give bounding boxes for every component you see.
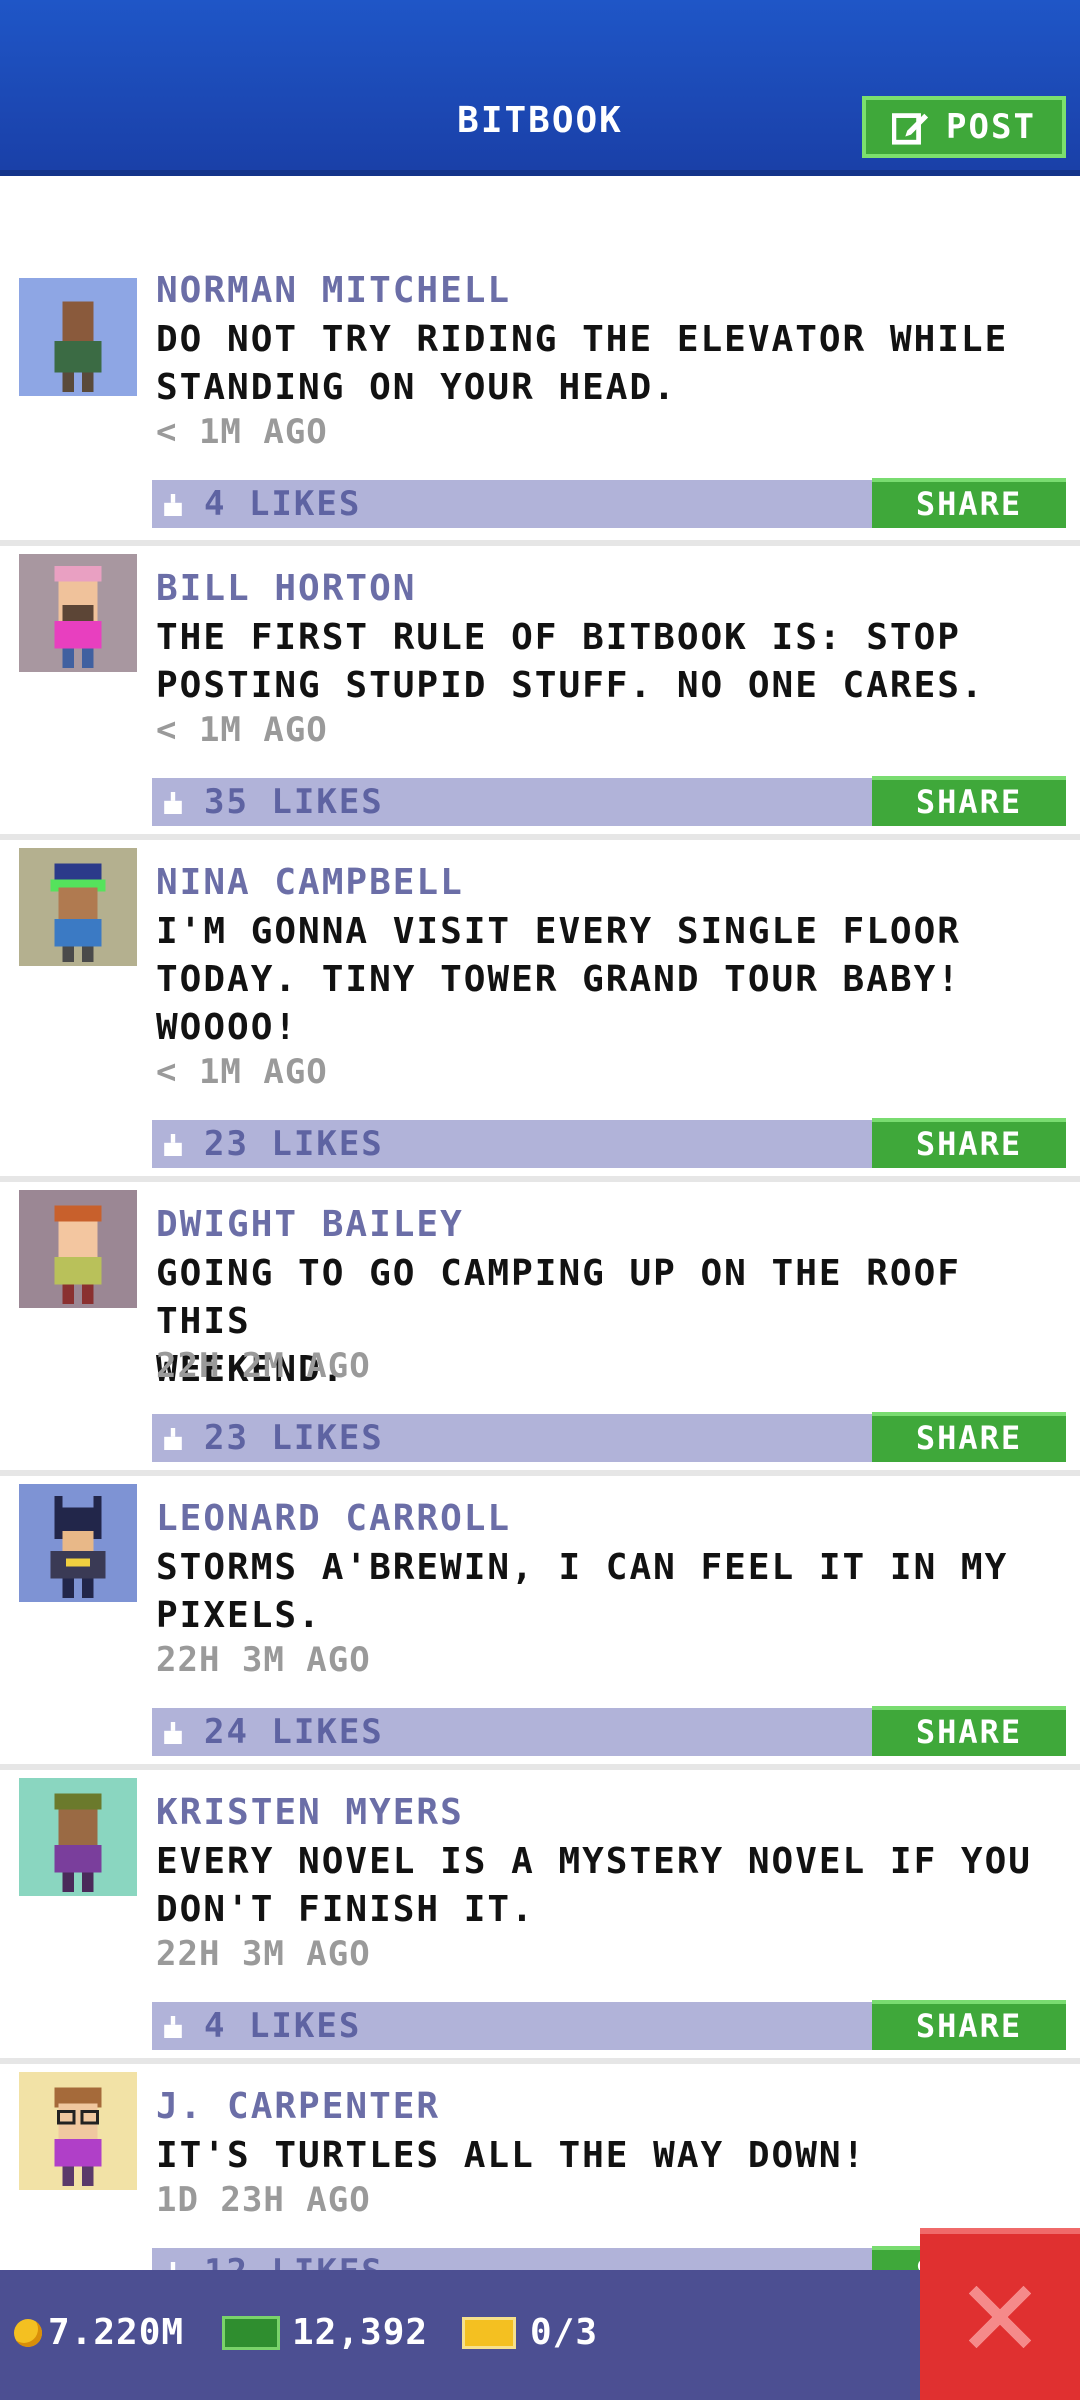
edit-icon [892, 113, 929, 145]
like-bar[interactable]: 24 LIKES SHARE [152, 1706, 1066, 1756]
coins-value: 7.220M [48, 2312, 185, 2353]
thumbs-up-icon [164, 1134, 182, 1156]
close-button[interactable] [920, 2228, 1080, 2400]
post-text: I'M GONNA VISIT EVERY SINGLE FLOOR TODAY… [156, 911, 961, 1048]
feed-post: DWIGHT BAILEY GOING TO GO CAMPING UP ON … [0, 1182, 1080, 1476]
like-count: 23 LIKES [204, 1124, 384, 1164]
post-button-label: POST [946, 107, 1036, 147]
like-bar[interactable]: 4 LIKES SHARE [152, 2000, 1066, 2050]
feed-post: BILL HORTON THE FIRST RULE OF BITBOOK IS… [0, 546, 1080, 840]
post-time: < 1M AGO [156, 412, 328, 452]
share-button[interactable]: SHARE [872, 776, 1066, 826]
bux-icon [222, 2315, 280, 2350]
feed-post: LEONARD CARROLL STORMS A'BREWIN, I CAN F… [0, 1476, 1080, 1770]
like-bar[interactable]: 35 LIKES SHARE [152, 776, 1066, 826]
share-button[interactable]: SHARE [872, 478, 1066, 528]
like-count: 24 LIKES [204, 1712, 384, 1752]
thumbs-up-icon [164, 1428, 182, 1450]
share-button[interactable]: SHARE [872, 1706, 1066, 1756]
avatar[interactable] [18, 848, 138, 966]
feed-post: NORMAN MITCHELL DO NOT TRY RIDING THE EL… [0, 270, 1080, 546]
currency-bar: 7.220M 12,392 0/3 [0, 2270, 1080, 2400]
coins-stat: 7.220M [14, 2312, 184, 2353]
post-text: IT'S TURTLES ALL THE WAY DOWN! [156, 2135, 867, 2176]
avatar[interactable] [18, 2072, 138, 2190]
like-count: 4 LIKES [204, 2006, 362, 2046]
post-author[interactable]: KRISTEN MYERS [156, 1792, 464, 1833]
share-button[interactable]: SHARE [872, 2000, 1066, 2050]
coin-icon [14, 2318, 42, 2347]
close-icon [968, 2285, 1032, 2349]
post-author[interactable]: NORMAN MITCHELL [156, 270, 511, 311]
thumbs-up-icon [164, 2016, 182, 2038]
like-count: 4 LIKES [204, 484, 362, 524]
tickets-stat: 0/3 [462, 2312, 598, 2353]
post-time: < 1M AGO [156, 710, 328, 750]
post-time: 22H 3M AGO [156, 1934, 371, 1974]
feed-post: KRISTEN MYERS EVERY NOVEL IS A MYSTERY N… [0, 1770, 1080, 2064]
avatar[interactable] [18, 278, 138, 396]
ticket-icon [462, 2316, 516, 2349]
post-author[interactable]: NINA CAMPBELL [156, 862, 464, 903]
like-count: 23 LIKES [204, 1418, 384, 1458]
share-button[interactable]: SHARE [872, 1118, 1066, 1168]
post-time: 22H 2M AGO [156, 1346, 371, 1386]
post-time: 1D 23H AGO [156, 2180, 371, 2220]
post-time: 22H 3M AGO [156, 1640, 371, 1680]
like-count: 35 LIKES [204, 782, 384, 822]
tickets-value: 0/3 [530, 2312, 599, 2353]
app-header: BITBOOK POST [0, 0, 1080, 176]
like-bar[interactable]: 23 LIKES SHARE [152, 1412, 1066, 1462]
avatar[interactable] [18, 1484, 138, 1602]
post-button[interactable]: POST [862, 96, 1066, 158]
bux-value: 12,392 [292, 2312, 429, 2353]
thumbs-up-icon [164, 494, 182, 516]
post-author[interactable]: LEONARD CARROLL [156, 1498, 511, 1539]
share-button[interactable]: SHARE [872, 1412, 1066, 1462]
post-text: STORMS A'BREWIN, I CAN FEEL IT IN MY PIX… [156, 1547, 1009, 1636]
feed-post: NINA CAMPBELL I'M GONNA VISIT EVERY SING… [0, 840, 1080, 1182]
post-author[interactable]: BILL HORTON [156, 568, 416, 609]
avatar[interactable] [18, 1778, 138, 1896]
post-text: THE FIRST RULE OF BITBOOK IS: STOP POSTI… [156, 617, 985, 706]
thumbs-up-icon [164, 792, 182, 814]
post-time: < 1M AGO [156, 1052, 328, 1092]
thumbs-up-icon [164, 1722, 182, 1744]
bitbook-feed[interactable]: NORMAN MITCHELL DO NOT TRY RIDING THE EL… [0, 270, 1080, 2364]
post-author[interactable]: J. CARPENTER [156, 2086, 440, 2127]
like-bar[interactable]: 4 LIKES SHARE [152, 478, 1066, 528]
bux-stat: 12,392 [222, 2312, 428, 2353]
post-author[interactable]: DWIGHT BAILEY [156, 1204, 464, 1245]
post-text: EVERY NOVEL IS A MYSTERY NOVEL IF YOU DO… [156, 1841, 1032, 1930]
avatar[interactable] [18, 554, 138, 672]
post-text: DO NOT TRY RIDING THE ELEVATOR WHILE STA… [156, 319, 1009, 408]
like-bar[interactable]: 23 LIKES SHARE [152, 1118, 1066, 1168]
avatar[interactable] [18, 1190, 138, 1308]
